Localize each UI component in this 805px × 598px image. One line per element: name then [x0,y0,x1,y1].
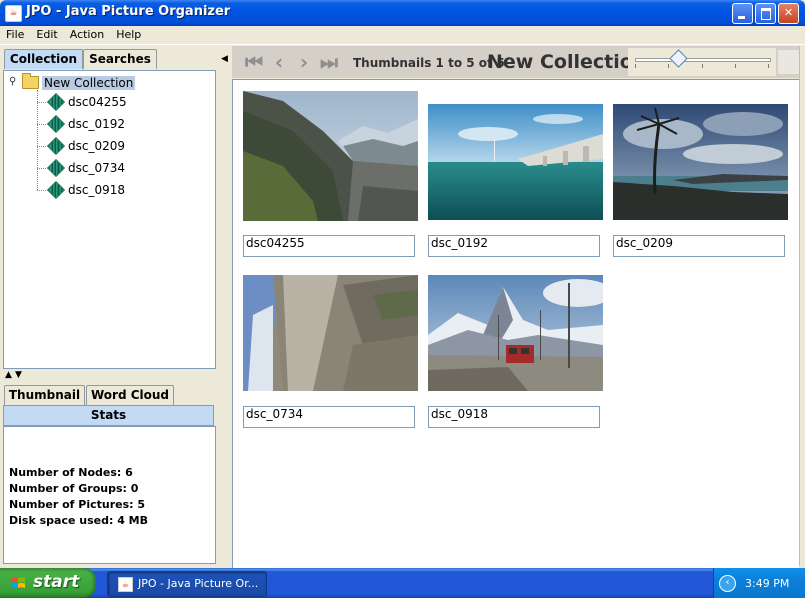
bottom-tab-strip: Thumbnail Word Cloud [3,385,218,405]
collapse-left-icon[interactable]: ◀ [221,54,228,64]
picture-node-icon [46,180,66,200]
menu-edit[interactable]: Edit [30,26,63,41]
stat-groups: Number of Groups: 0 [9,482,139,495]
maximize-button[interactable] [755,3,776,24]
last-page-icon[interactable]: ⏭ [318,51,340,73]
stat-nodes: Number of Nodes: 6 [9,466,133,479]
system-tray: ‹ 3:49 PM [713,568,805,598]
thumbnail-caption[interactable]: dsc_0918 [428,406,600,428]
menu-file[interactable]: File [0,26,30,41]
mountain-valley-picture [243,91,418,221]
tree-connector [37,101,46,103]
thumbnail-caption[interactable]: dsc_0192 [428,235,600,257]
java-cup-icon[interactable]: ☕ [5,5,22,22]
zoom-tick [735,64,736,68]
thumbnail-caption[interactable]: dsc_0734 [243,406,415,428]
vertical-splitter[interactable]: ◀ [220,46,230,566]
tree-connector [37,189,46,191]
thumbnail-image[interactable] [243,275,418,391]
zoom-tick [668,64,669,68]
zoom-thumb[interactable] [669,49,688,68]
collapse-down-icon[interactable]: ▼ [15,371,22,380]
tab-collection[interactable]: Collection [4,49,83,69]
thumbnail-panel[interactable]: dsc04255 dsc_0192 dsc_0209 dsc_0734 dsc_… [232,79,799,568]
tree-item-label: dsc_0918 [68,183,126,197]
taskbar-item-label: JPO - Java Picture Or... [138,577,259,590]
first-page-icon[interactable]: ⏮ [243,51,265,73]
window-title: JPO - Java Picture Organizer [26,4,231,19]
thumbnail-image[interactable] [428,275,603,391]
tree-item-label: dsc_0192 [68,117,126,131]
window-edge [799,46,805,566]
menu-bar: File Edit Action Help [0,26,805,45]
picture-node-icon [46,114,66,134]
tree-connector [37,145,46,147]
picture-node-icon [46,158,66,178]
collection-tree[interactable]: ⚲ New Collection dsc04255 dsc_0192 dsc_0… [3,70,216,369]
rock-slope-picture [243,275,418,391]
collection-title: New Collection [487,51,647,73]
tab-thumbnail[interactable]: Thumbnail [4,385,85,405]
title-bar: ☕ JPO - Java Picture Organizer ✕ [0,0,805,26]
show-hidden-icons-icon[interactable]: ‹ [719,575,736,592]
thumbnail-image[interactable] [613,104,788,220]
taskbar: start ☕ JPO - Java Picture Or... ‹ 3:49 … [0,568,805,598]
alpine-train-picture [428,275,603,391]
tree-connector [37,123,46,125]
menu-action[interactable]: Action [64,26,110,41]
zoom-tick [702,64,703,68]
tree-item[interactable]: dsc_0192 [37,114,126,134]
picture-node-icon [46,136,66,156]
close-button[interactable]: ✕ [778,3,799,24]
taskbar-item-jpo[interactable]: ☕ JPO - Java Picture Or... [107,571,267,597]
tree-item[interactable]: dsc_0918 [37,180,126,200]
thumbnail-image[interactable] [428,104,603,220]
next-page-icon[interactable]: › [293,51,315,73]
palm-beach-picture [613,104,788,220]
tree-item[interactable]: dsc_0209 [37,136,126,156]
stat-pictures: Number of Pictures: 5 [9,498,146,511]
tree-connector [37,167,46,169]
thumbnail-caption[interactable]: dsc_0209 [613,235,785,257]
tree-item-label: dsc_0209 [68,139,126,153]
folder-icon [22,73,39,89]
stats-panel: Number of Nodes: 6 Number of Groups: 0 N… [3,426,216,564]
tab-stats[interactable]: Stats [3,405,214,426]
thumbnail-image[interactable] [243,91,418,221]
zoom-tick [768,64,769,68]
navigator-edge [778,50,800,74]
tree-root-node[interactable]: ⚲ New Collection [9,73,136,90]
clock[interactable]: 3:49 PM [745,577,789,590]
minimize-button[interactable] [732,3,753,24]
tree-item[interactable]: dsc_0734 [37,158,126,178]
sea-bridge-picture [428,104,603,220]
tab-searches[interactable]: Searches [83,49,157,69]
previous-page-icon[interactable]: ‹ [268,51,290,73]
zoom-tick [635,64,636,68]
stat-disk-space: Disk space used: 4 MB [9,514,149,527]
tree-root-label: New Collection [42,75,136,90]
thumbnail-navigator: ⏮ ‹ › ⏭ Thumbnails 1 to 5 of 5 New Colle… [232,46,802,78]
picture-node-icon [46,92,66,112]
stats-list: Number of Nodes: 6 Number of Groups: 0 N… [9,465,148,529]
tree-item-label: dsc_0734 [68,161,126,175]
collapse-up-icon[interactable]: ▲ [5,371,12,380]
start-button[interactable]: start [0,568,96,598]
tree-item[interactable]: dsc04255 [37,92,127,112]
thumbnail-caption[interactable]: dsc04255 [243,235,415,257]
thumbnail-count: Thumbnails 1 to 5 of 5 [353,56,505,70]
start-label: start [33,572,80,592]
java-cup-icon: ☕ [118,577,133,592]
tab-word-cloud[interactable]: Word Cloud [86,385,174,405]
tree-item-label: dsc04255 [68,95,127,109]
zoom-slider[interactable] [628,48,776,76]
horizontal-splitter[interactable]: ▲ ▼ [3,371,218,381]
menu-help[interactable]: Help [110,26,147,41]
tree-expand-handle-icon[interactable]: ⚲ [9,76,19,90]
windows-flag-icon [11,577,25,588]
zoom-track[interactable] [635,58,771,62]
